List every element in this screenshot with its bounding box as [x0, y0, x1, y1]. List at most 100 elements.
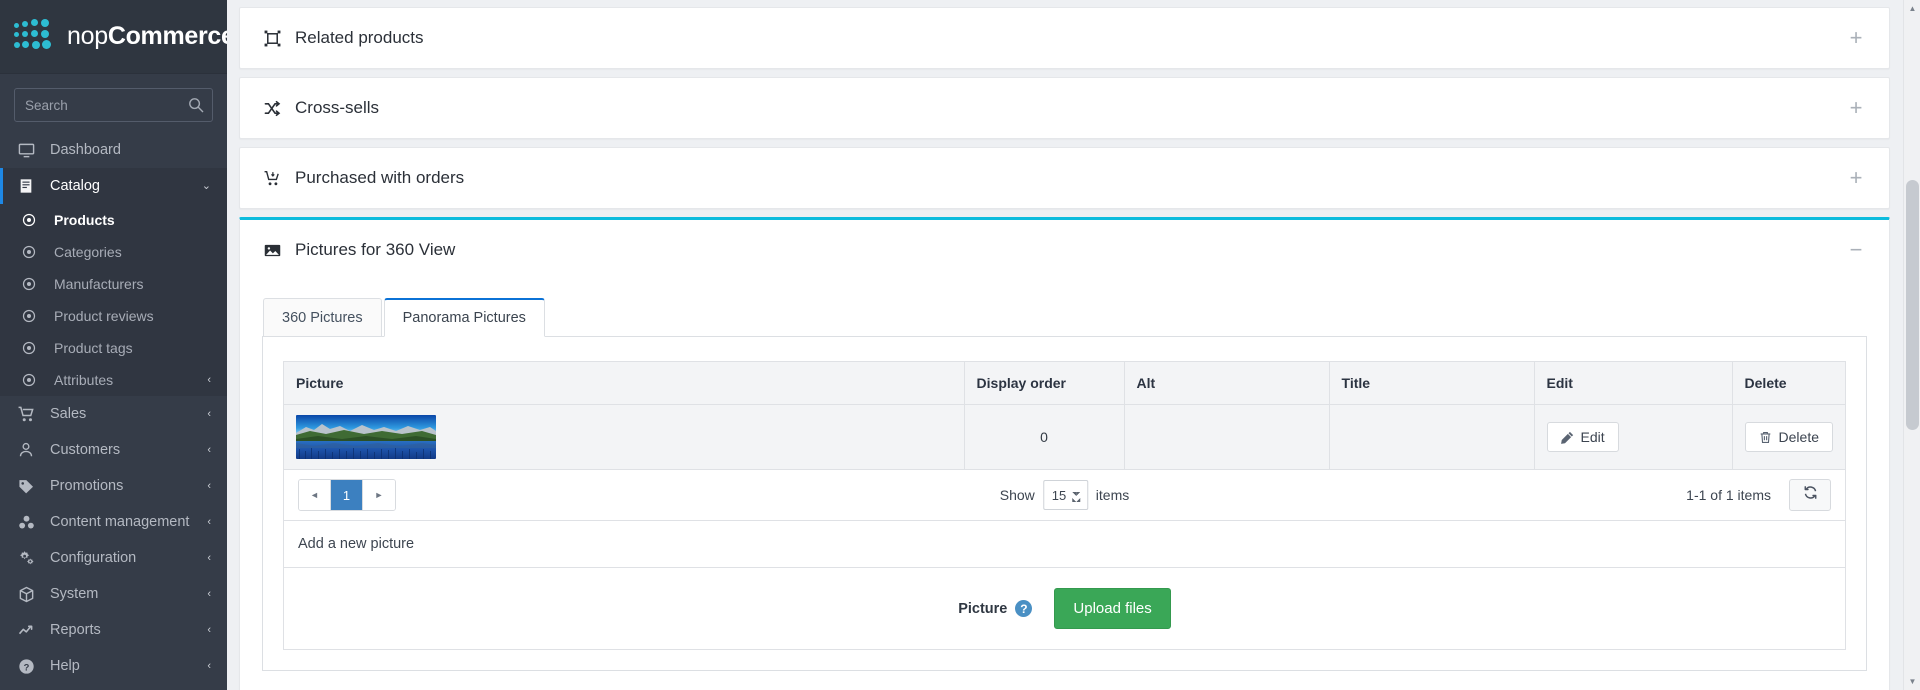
tab-label: 360 Pictures: [282, 310, 363, 326]
panel-expand-toggle[interactable]: +: [1845, 167, 1867, 189]
delete-button[interactable]: Delete: [1744, 422, 1833, 452]
refresh-button[interactable]: [1789, 479, 1831, 511]
upload-row: Picture ? Upload files: [283, 568, 1846, 650]
dot-circle-icon: [22, 243, 44, 261]
scrollbar-up-arrow[interactable]: ▲: [1904, 0, 1920, 17]
sidebar-item-label: System: [50, 586, 99, 602]
sidebar-item-label: Product tags: [54, 340, 133, 356]
chevron-left-icon: ‹: [207, 623, 211, 636]
sidebar-item-label: Catalog: [50, 178, 100, 194]
sidebar-item-catalog[interactable]: Catalog ⌄: [0, 168, 227, 204]
sidebar-item-help[interactable]: ? Help ‹: [0, 648, 227, 684]
chevron-down-icon: ⌄: [201, 179, 211, 192]
panel-expand-toggle[interactable]: +: [1845, 97, 1867, 119]
sidebar-item-label: Categories: [54, 244, 122, 260]
table-header-row: Picture Display order Alt Title Edit Del…: [283, 361, 1846, 405]
table-head: Picture Display order Alt Title Edit Del…: [283, 361, 1846, 405]
panel-header-purchased-with-orders[interactable]: Purchased with orders +: [240, 148, 1889, 208]
items-label: items: [1095, 487, 1130, 503]
sidebar-item-categories[interactable]: Categories: [0, 236, 227, 268]
panel-purchased-with-orders: Purchased with orders +: [239, 147, 1890, 209]
item-count-text: 1-1 of 1 items: [1686, 487, 1771, 503]
picture-label-text: Picture: [958, 600, 1008, 617]
panel-header-cross-sells[interactable]: Cross-sells +: [240, 78, 1889, 138]
table-row: 0 Edit Delete: [283, 404, 1846, 470]
panel-expand-toggle[interactable]: +: [1845, 27, 1867, 49]
sidebar-item-content-management[interactable]: Content management ‹: [0, 504, 227, 540]
page-scrollbar[interactable]: ▲ ▼: [1903, 0, 1920, 690]
tab-panorama-pictures[interactable]: Panorama Pictures: [383, 298, 545, 337]
panel-pictures-for-360-view: Pictures for 360 View − 360 Pictures Pan…: [239, 217, 1890, 690]
sidebar-item-sales[interactable]: Sales ‹: [0, 396, 227, 432]
sidebar-item-dashboard[interactable]: Dashboard: [0, 132, 227, 168]
svg-text:?: ?: [24, 662, 30, 673]
picture-thumbnail[interactable]: [296, 415, 436, 459]
pagination-prev[interactable]: ◄: [299, 480, 331, 510]
shuffle-icon: [262, 98, 282, 118]
image-icon: [262, 240, 282, 260]
panel-title: Pictures for 360 View: [295, 240, 456, 259]
panel-header-related-products[interactable]: Related products +: [240, 8, 1889, 68]
page-size-select[interactable]: 15: [1042, 480, 1088, 510]
panel-title: Related products: [295, 28, 424, 47]
chevron-left-icon: ‹: [207, 443, 211, 456]
chevron-left-icon: ‹: [207, 515, 211, 528]
panel-collapse-toggle[interactable]: −: [1845, 239, 1867, 261]
tags-icon: [18, 477, 40, 495]
cart-arrow-icon: [262, 168, 282, 188]
sidebar-item-reports[interactable]: Reports ‹: [0, 612, 227, 648]
chevron-left-icon: ‹: [207, 407, 211, 420]
dot-circle-icon: [22, 211, 44, 229]
cell-display-order: 0: [964, 404, 1125, 470]
scrollbar-thumb[interactable]: [1906, 180, 1919, 430]
panel-header-pictures-for-360-view[interactable]: Pictures for 360 View −: [240, 220, 1889, 280]
pagination: ◄ 1 ►: [298, 479, 396, 511]
page-size-control: Show 15 items: [1000, 480, 1129, 510]
sidebar-item-label: Configuration: [50, 550, 137, 566]
scrollbar-down-arrow[interactable]: ▼: [1904, 673, 1920, 690]
refresh-icon: [1803, 485, 1818, 505]
panel-title: Cross-sells: [295, 98, 380, 117]
main-content: Related products + Cross-sells + Purchas…: [227, 0, 1920, 690]
question-mark-icon[interactable]: ?: [1015, 600, 1033, 617]
catalog-submenu: Products Categories Manufacturers Produc…: [0, 204, 227, 396]
sidebar-item-product-reviews[interactable]: Product reviews: [0, 300, 227, 332]
panel-body-pictures: 360 Pictures Panorama Pictures Picture D…: [240, 280, 1889, 690]
pagination-next[interactable]: ►: [363, 480, 395, 510]
column-header-picture: Picture: [283, 361, 965, 405]
cart-icon: [18, 405, 40, 423]
picture-tabs: 360 Pictures Panorama Pictures: [262, 298, 1867, 337]
brand-header[interactable]: nopCommerce: [0, 0, 227, 74]
sidebar-item-customers[interactable]: Customers ‹: [0, 432, 227, 468]
sidebar-item-manufacturers[interactable]: Manufacturers: [0, 268, 227, 300]
pagination-page-1[interactable]: 1: [331, 480, 363, 510]
sidebar-item-system[interactable]: System ‹: [0, 576, 227, 612]
sidebar-item-products[interactable]: Products: [0, 204, 227, 236]
sidebar-item-promotions[interactable]: Promotions ‹: [0, 468, 227, 504]
sidebar-item-configuration[interactable]: Configuration ‹: [0, 540, 227, 576]
sidebar-item-label: Products: [54, 212, 115, 228]
brand-name-bold: Commerce: [107, 22, 227, 50]
show-label: Show: [999, 487, 1035, 503]
chevron-left-icon: ‹: [207, 587, 211, 600]
panel-cross-sells: Cross-sells +: [239, 77, 1890, 139]
cogs-icon: [18, 549, 40, 567]
panels-container: Related products + Cross-sells + Purchas…: [227, 0, 1920, 690]
search-box[interactable]: [14, 88, 213, 122]
panel-title: Purchased with orders: [295, 168, 465, 187]
sidebar-item-label: Help: [50, 658, 80, 674]
edit-button[interactable]: Edit: [1546, 422, 1619, 452]
chevron-left-icon: ‹: [207, 551, 211, 564]
search-input[interactable]: [15, 89, 212, 121]
sidebar-item-product-tags[interactable]: Product tags: [0, 332, 227, 364]
nopcommerce-dots-logo: [14, 18, 60, 55]
cell-alt: [1124, 404, 1330, 470]
user-icon: [18, 441, 40, 459]
dot-circle-icon: [22, 371, 44, 389]
upload-files-button[interactable]: Upload files: [1054, 588, 1171, 629]
tab-360-pictures[interactable]: 360 Pictures: [263, 298, 382, 337]
sidebar-item-sales-representatives[interactable]: Sales Representatives ‹: [0, 684, 227, 690]
column-header-edit: Edit: [1534, 361, 1733, 405]
question-circle-icon: ?: [18, 657, 40, 675]
sidebar-item-attributes[interactable]: Attributes ‹: [0, 364, 227, 396]
